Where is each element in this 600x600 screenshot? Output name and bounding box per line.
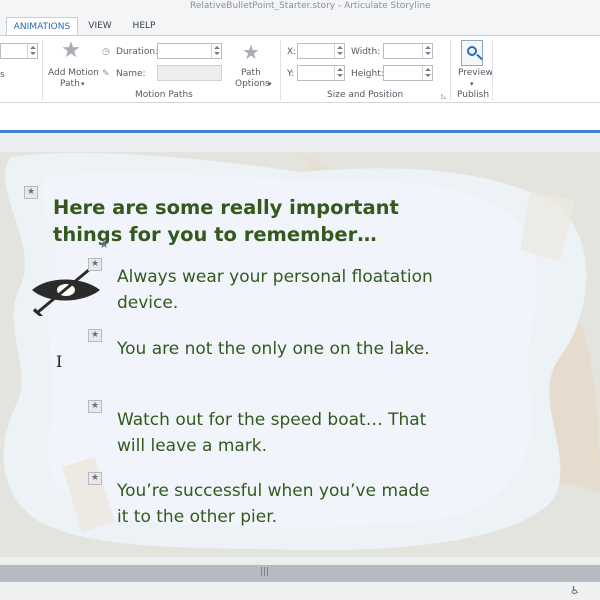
text-cursor-icon: I	[56, 352, 63, 371]
separator	[42, 40, 43, 100]
dropdown-arrow-icon: ▾	[81, 80, 85, 88]
accessibility-icon[interactable]: ♿	[570, 584, 580, 597]
tab-help[interactable]: HELP	[128, 17, 160, 35]
bullet-2[interactable]: You are not the only one on the lake.	[117, 336, 437, 362]
ribbon: s ★ Add Motion Path ▾ ◷ Duration: ✎ Name…	[0, 35, 600, 103]
bullet-4[interactable]: You’re successful when you’ve made it to…	[117, 478, 437, 530]
publish-group-label: Publish	[457, 90, 490, 100]
ribbon-tabs: ANIMATIONS VIEW HELP	[0, 14, 600, 35]
height-field[interactable]	[383, 65, 433, 81]
horizontal-scrollbar[interactable]: |||	[0, 565, 600, 582]
title-bar: RelativeBulletPoint_Starter.story - Arti…	[0, 0, 600, 14]
spin-arrows-icon[interactable]	[211, 44, 221, 58]
animation-star-icon[interactable]: ★	[88, 329, 102, 342]
motion-paths-group-label: Motion Paths	[135, 90, 193, 100]
tab-view[interactable]: VIEW	[84, 17, 116, 35]
star-icon: ★	[61, 38, 81, 63]
spin-arrows-icon[interactable]	[422, 66, 432, 80]
preview-label: Preview	[458, 68, 494, 78]
dialog-launcher-icon[interactable]: ◺	[441, 91, 446, 102]
scrollbar-grip-icon[interactable]: |||	[260, 567, 269, 577]
width-label: Width:	[351, 47, 381, 57]
path-options-line2: Options	[235, 79, 270, 89]
window-title: RelativeBulletPoint_Starter.story - Arti…	[190, 1, 431, 11]
x-field[interactable]	[297, 43, 345, 59]
height-label: Height:	[351, 69, 384, 79]
bullet-3[interactable]: Watch out for the speed boat… That will …	[117, 407, 437, 459]
add-motion-path-line1: Add Motion	[48, 68, 99, 78]
y-field[interactable]	[297, 65, 345, 81]
partial-spin-field[interactable]	[0, 43, 38, 59]
bullet-1[interactable]: Always wear your personal floatation dev…	[117, 264, 437, 316]
partial-group-label: s	[0, 70, 5, 80]
animation-star-icon[interactable]: ★	[88, 258, 102, 271]
name-field[interactable]	[157, 65, 222, 81]
separator	[280, 40, 281, 100]
spin-arrows-icon[interactable]	[334, 44, 344, 58]
spin-arrows-icon[interactable]	[422, 44, 432, 58]
dropdown-arrow-icon: ▾	[268, 80, 272, 88]
size-position-group-label: Size and Position	[327, 90, 404, 100]
x-label: X:	[287, 47, 297, 57]
duration-label: Duration:	[116, 47, 159, 57]
spin-arrows-icon[interactable]	[27, 44, 37, 58]
dropdown-arrow-icon: ▾	[470, 80, 474, 88]
separator	[450, 40, 451, 100]
timeline-strip	[0, 103, 600, 133]
path-options-line1: Path	[241, 68, 261, 78]
name-label: Name:	[116, 69, 146, 79]
animation-star-icon[interactable]: ★	[88, 400, 102, 413]
motion-path-star-icon[interactable]: ★	[97, 238, 111, 252]
spin-arrows-icon[interactable]	[334, 66, 344, 80]
width-field[interactable]	[383, 43, 433, 59]
preview-icon	[461, 40, 483, 66]
path-star-icon: ★	[242, 40, 260, 64]
status-bar: ♿	[0, 582, 600, 600]
pencil-icon: ✎	[102, 69, 110, 79]
animation-star-icon[interactable]: ★	[24, 186, 38, 199]
tab-animations[interactable]: ANIMATIONS	[6, 17, 78, 35]
add-motion-path-line2: Path	[60, 79, 80, 89]
duration-field[interactable]	[157, 43, 222, 59]
animation-star-icon[interactable]: ★	[88, 472, 102, 485]
clock-icon: ◷	[102, 47, 110, 57]
separator	[492, 40, 493, 100]
y-label: Y:	[287, 69, 295, 79]
